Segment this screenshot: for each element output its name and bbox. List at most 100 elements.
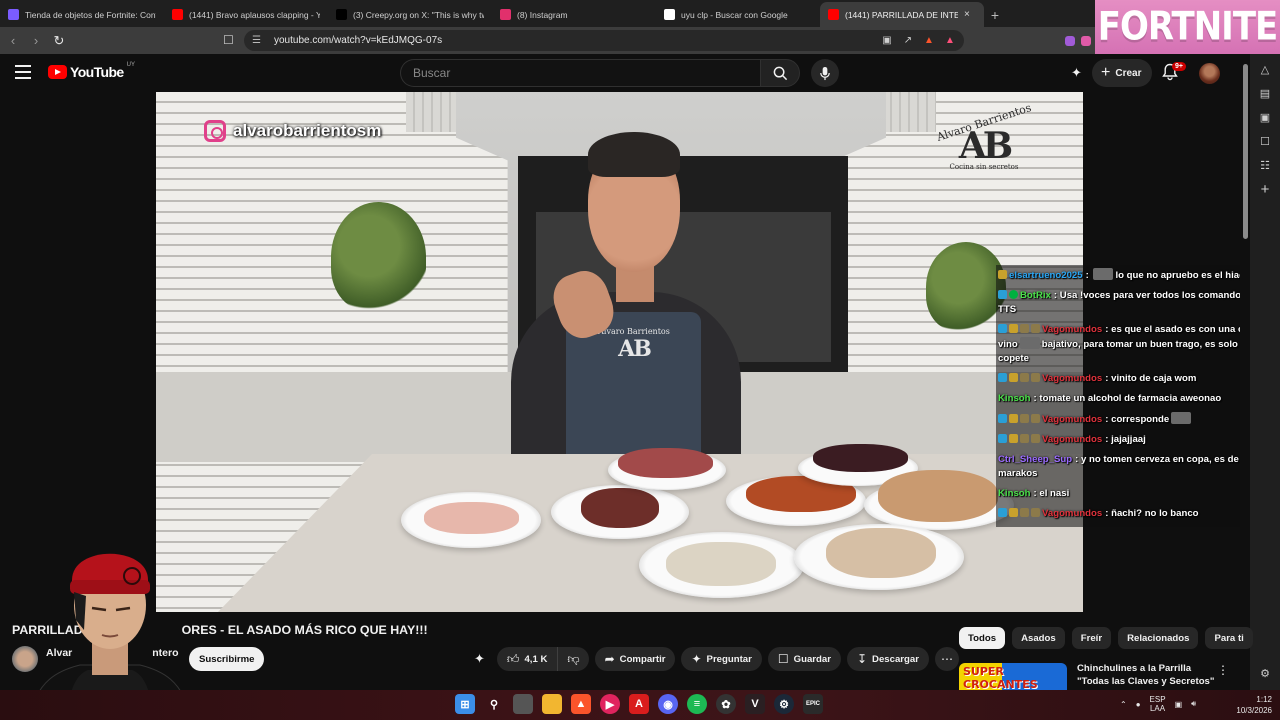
account-avatar[interactable] <box>1199 63 1220 84</box>
brave-shield-icon[interactable]: ▲ <box>923 35 935 47</box>
youtube-play-icon <box>48 65 67 79</box>
create-button[interactable]: + Crear <box>1092 59 1153 87</box>
vip-badge-icon <box>1009 373 1018 382</box>
bookmark-icon[interactable]: ☐ <box>223 33 234 47</box>
start-icon[interactable]: ⊞ <box>455 694 475 714</box>
food-meat <box>424 502 519 534</box>
recommended-video[interactable]: SUPER CROCANTES Chinchulines a la Parril… <box>959 660 1229 690</box>
brave-icon[interactable]: ▲ <box>571 694 591 714</box>
search-input[interactable]: Buscar <box>400 59 760 87</box>
like-count: 4,1 K <box>524 653 548 665</box>
new-tab-icon[interactable]: + <box>984 2 1006 27</box>
wallet-icon[interactable]: ▣ <box>1258 110 1272 124</box>
chatgpt-icon[interactable]: ✿ <box>716 694 736 714</box>
food-chinchulines <box>826 528 936 578</box>
chat-message: Vagomundos: corresponde <box>996 409 1280 430</box>
thumbs-up-icon: 👍︎ <box>506 651 520 666</box>
reading-list-icon[interactable]: ▤ <box>1258 86 1272 100</box>
sub-badge-icon <box>1031 324 1040 333</box>
browser-tab[interactable]: Tienda de objetos de Fortnite: Conte <box>0 2 164 27</box>
sub-badge-icon <box>1020 373 1029 382</box>
ask-button[interactable]: ✦ Preguntar <box>681 647 762 671</box>
food-tripe <box>666 542 776 586</box>
youtube-logo[interactable]: YouTube UY <box>48 62 135 80</box>
add-panel-icon[interactable]: + <box>1258 181 1272 198</box>
food-sausage <box>813 444 908 472</box>
discord-icon[interactable]: ◉ <box>658 694 678 714</box>
tray-mic-icon[interactable]: ● <box>1136 700 1141 709</box>
url-text[interactable]: youtube.com/watch?v=kEdJMQG-07s <box>274 35 881 46</box>
media-player-icon[interactable]: ▶ <box>600 694 620 714</box>
clock[interactable]: 1:12 10/3/2026 <box>1222 694 1272 716</box>
task-view-icon[interactable] <box>513 694 533 714</box>
extension-icon[interactable] <box>1080 35 1091 46</box>
browser-tab[interactable]: uyu clp - Buscar con Google <box>656 2 820 27</box>
extension-icon[interactable] <box>1064 35 1075 46</box>
close-tab-icon[interactable]: × <box>964 9 976 20</box>
browser-tab[interactable]: (1441) Bravo aplausos clapping - You <box>164 2 328 27</box>
chat-username: Vagomundos <box>1042 324 1103 335</box>
extensions-area <box>1060 27 1095 54</box>
download-button[interactable]: ↧ Descargar <box>846 647 929 671</box>
browser-tab[interactable]: (3) Creepy.org on X: "This is why two <box>328 2 492 27</box>
browser-toolbar: ‹ › ↻ ☐ ☰ youtube.com/watch?v=kEdJMQG-07… <box>0 27 1095 54</box>
browser-tab[interactable]: (8) Instagram <box>492 2 656 27</box>
spotify-icon[interactable]: ≡ <box>687 694 707 714</box>
recommended-thumbnail[interactable]: SUPER CROCANTES <box>959 663 1067 690</box>
steam-icon[interactable]: ⚙ <box>774 694 794 714</box>
sub-badge-icon <box>1031 414 1040 423</box>
video-player[interactable]: Alvaro Barrientos AB alvarobarrientosm A… <box>156 92 1083 612</box>
search-button[interactable] <box>760 59 800 87</box>
sub-badge-icon <box>1031 508 1040 517</box>
food-meat <box>581 488 659 528</box>
bookmarks-icon[interactable]: ☐ <box>1258 134 1272 148</box>
gem-icon[interactable]: ✦ <box>474 651 485 667</box>
voice-search-button[interactable] <box>811 59 839 87</box>
filter-chip[interactable]: Relacionados <box>1118 627 1199 649</box>
dislike-button[interactable]: 👎︎ <box>558 647 589 671</box>
share-page-icon[interactable]: ↗ <box>902 35 914 47</box>
address-bar[interactable]: ☰ youtube.com/watch?v=kEdJMQG-07s ▣ ↗ ▲ … <box>244 30 964 51</box>
keyboard-layout: LAA <box>1149 704 1166 713</box>
save-button[interactable]: ☐ Guardar <box>767 647 841 671</box>
language-indicator[interactable]: ESP LAA <box>1150 695 1166 713</box>
tab-title: (1441) PARRILLADA DE INTERIO <box>845 9 958 20</box>
share-button[interactable]: ➦ Compartir <box>594 647 676 671</box>
back-icon[interactable]: ‹ <box>3 31 23 51</box>
search-icon[interactable]: ⚲ <box>484 694 504 714</box>
leo-ai-icon[interactable]: △ <box>1258 62 1272 76</box>
browser-tab[interactable]: (1441) PARRILLADA DE INTERIO × <box>820 2 984 27</box>
more-actions-icon[interactable]: ⋯ <box>934 647 959 671</box>
file-explorer-icon[interactable] <box>542 694 562 714</box>
chat-message: Kinsoh: el nasi <box>996 484 1280 504</box>
filter-chip[interactable]: Para ti <box>1205 627 1253 649</box>
mod-badge-icon <box>998 373 1007 382</box>
filter-chip[interactable]: Todos <box>959 627 1006 649</box>
tray-chevron-icon[interactable]: ⌃ <box>1120 700 1127 709</box>
reload-icon[interactable]: ↻ <box>49 31 69 51</box>
display-icon[interactable]: ▣ <box>1175 700 1183 709</box>
history-icon[interactable]: ☷ <box>1258 158 1272 172</box>
site-info-icon[interactable]: ☰ <box>252 35 264 47</box>
food-bread <box>878 470 998 522</box>
epic-games-icon[interactable]: EPIC <box>803 694 823 714</box>
settings-icon[interactable]: ⚙ <box>1258 666 1272 680</box>
forward-icon[interactable]: › <box>26 31 46 51</box>
menu-icon[interactable] <box>15 65 31 79</box>
like-button[interactable]: 👍︎ 4,1 K <box>496 647 559 671</box>
valorant-icon[interactable]: V <box>745 694 765 714</box>
rewards-icon[interactable]: ▲ <box>944 35 956 47</box>
recommended-title[interactable]: Chinchulines a la Parrilla "Todas las Cl… <box>1077 662 1215 688</box>
more-options-icon[interactable]: ⋮ <box>1217 663 1229 677</box>
adobe-icon[interactable]: A <box>629 694 649 714</box>
page-scrollbar[interactable] <box>1240 54 1250 690</box>
volume-icon[interactable]: 🔊︎ <box>1191 699 1196 709</box>
filter-chip[interactable]: Freír <box>1071 627 1112 649</box>
cast-icon[interactable]: ▣ <box>881 35 893 47</box>
filter-chip[interactable]: Asados <box>1012 627 1065 649</box>
chat-emote <box>1171 412 1192 424</box>
scrollbar-thumb[interactable] <box>1243 64 1248 239</box>
taskbar-apps: ⊞ ⚲ ▲ ▶ A ◉ ≡ ✿ V ⚙ EPIC <box>455 694 823 714</box>
gem-icon[interactable]: ✦ <box>1071 65 1082 81</box>
chat-text: tomate un alcohol de farmacia aweonao <box>1039 393 1222 404</box>
